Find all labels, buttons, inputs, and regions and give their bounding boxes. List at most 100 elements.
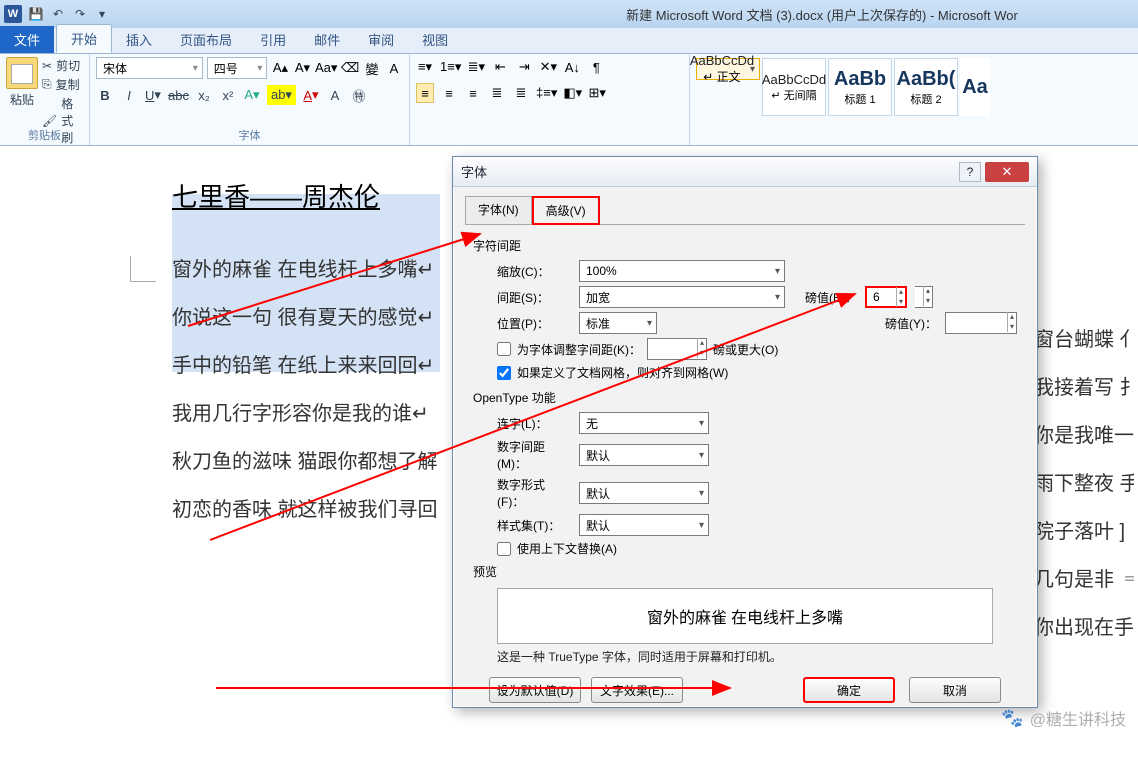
numform-label: 数字形式(F)： [497,476,571,510]
align-right-icon[interactable]: ≡ [464,83,482,103]
subscript-button[interactable]: x₂ [195,85,213,105]
spacing-by-input[interactable]: 6 [865,286,907,308]
strikethrough-button[interactable]: abc [168,85,189,105]
text-effects-button[interactable]: A▾ [243,85,261,105]
kerning-checkbox[interactable] [497,342,511,356]
style-normal[interactable]: AaBbCcDd ↵ 正文 [696,58,760,80]
paste-icon [6,57,38,89]
undo-icon[interactable]: ↶ [50,6,66,22]
align-center-icon[interactable]: ≡ [440,83,458,103]
set-default-button[interactable]: 设为默认值(D) [489,677,581,703]
font-color-button[interactable]: A▾ [302,85,320,105]
clear-format-icon[interactable]: ⌫ [341,58,359,78]
tab-review[interactable]: 审阅 [354,26,408,53]
bold-button[interactable]: B [96,85,114,105]
increase-indent-icon[interactable]: ⇥ [515,57,533,77]
text-effects-button[interactable]: 文字效果(E)... [591,677,683,703]
brush-icon: 🖌 [42,114,57,128]
spacing-label: 间距(S)： [497,289,571,306]
contextual-checkbox[interactable] [497,542,511,556]
style-heading1[interactable]: AaBb 标题 1 [828,58,892,116]
kerning-size-input[interactable] [647,338,707,360]
dialog-close-button[interactable]: ✕ [985,162,1029,182]
pos-by-label: 磅值(Y)： [873,315,937,332]
cancel-button[interactable]: 取消 [909,677,1001,703]
qat-dropdown-icon[interactable]: ▾ [94,6,110,22]
watermark: 🐾 @糖生讲科技 [1001,706,1126,730]
font-dialog: 字体 ? ✕ 字体(N) 高级(V) 字符间距 缩放(C)： 100% 间距(S… [452,156,1038,708]
numform-select[interactable]: 默认 [579,482,709,504]
char-border-icon[interactable]: A [326,85,344,105]
asian-layout-icon[interactable]: ✕▾ [539,57,557,77]
tab-layout[interactable]: 页面布局 [166,26,246,53]
highlight-button[interactable]: ab▾ [267,85,296,105]
snap-grid-checkbox[interactable] [497,366,511,380]
decrease-indent-icon[interactable]: ⇤ [491,57,509,77]
numbering-icon[interactable]: 1≡▾ [440,57,461,77]
align-justify-icon[interactable]: ≣ [488,83,506,103]
redo-icon[interactable]: ↷ [72,6,88,22]
styleset-select[interactable]: 默认 [579,514,709,536]
ok-button[interactable]: 确定 [803,677,895,703]
scale-select[interactable]: 100% [579,260,785,282]
tab-insert[interactable]: 插入 [112,26,166,53]
tab-home[interactable]: 开始 [56,24,112,53]
numspacing-select[interactable]: 默认 [579,444,709,466]
multilevel-icon[interactable]: ≣▾ [467,57,485,77]
dialog-tabs: 字体(N) 高级(V) [465,195,1025,224]
tab-references[interactable]: 引用 [246,26,300,53]
position-label: 位置(P)： [497,315,571,332]
dialog-tab-advanced[interactable]: 高级(V) [532,196,600,225]
doc-line: 院子落叶 ] [1034,508,1134,556]
line-spacing-icon[interactable]: ‡≡▾ [536,83,557,103]
document-body[interactable]: 七里香——周杰伦 窗外的麻雀 在电线杆上多嘴↵ 你说这一句 很有夏天的感觉↵ 手… [172,166,438,534]
tab-file[interactable]: 文件 [0,26,54,53]
tab-view[interactable]: 视图 [408,26,462,53]
position-select[interactable]: 标准 [579,312,657,334]
style-no-spacing[interactable]: AaBbCcDd ↵ 无间隔 [762,58,826,116]
spacing-by-spinner[interactable] [915,286,933,308]
save-icon[interactable]: 💾 [28,6,44,22]
tab-mailings[interactable]: 邮件 [300,26,354,53]
superscript-button[interactable]: x² [219,85,237,105]
grow-font-icon[interactable]: A▴ [271,58,289,78]
style-more[interactable]: Aa [960,58,990,116]
align-distribute-icon[interactable]: ≣ [512,83,530,103]
italic-button[interactable]: I [120,85,138,105]
bullets-icon[interactable]: ≡▾ [416,57,434,77]
font-size-combo[interactable]: 四号 [207,57,268,79]
ligatures-select[interactable]: 无 [579,412,709,434]
doc-line: 窗台蝴蝶 亻 [1034,316,1134,364]
enclose-icon[interactable]: A [385,58,403,78]
group-paragraph: ≡▾ 1≡▾ ≣▾ ⇤ ⇥ ✕▾ A↓ ¶ ≡ ≡ ≡ ≣ ≣ ‡≡▾ ◧▾ ⊞… [410,54,690,145]
dialog-titlebar[interactable]: 字体 ? ✕ [453,157,1037,187]
spacing-select[interactable]: 加宽 [579,286,785,308]
cut-button[interactable]: ✂剪切 [42,57,83,74]
align-left-icon[interactable]: ≡ [416,83,434,103]
window-title: 新建 Microsoft Word 文档 (3).docx (用户上次保存的) … [110,5,1134,24]
phonetic-icon[interactable]: 變 [363,58,381,78]
position-by-input[interactable] [945,312,1017,334]
font-name-combo[interactable]: 宋体 [96,57,203,79]
dialog-tab-font[interactable]: 字体(N) [465,196,532,225]
shading-icon[interactable]: ◧▾ [563,83,582,103]
char-shading-icon[interactable]: ㊕ [350,85,368,105]
preview-note: 这是一种 TrueType 字体，同时适用于屏幕和打印机。 [497,648,993,665]
style-heading2[interactable]: AaBb( 标题 2 [894,58,958,116]
change-case-icon[interactable]: Aa▾ [315,58,337,78]
underline-button[interactable]: U▾ [144,85,162,105]
shrink-font-icon[interactable]: A▾ [293,58,311,78]
section-opentype: OpenType 功能 [473,389,1017,406]
page-corner-mark [130,256,156,282]
doc-line: 我用几行字形容你是我的谁↵ [172,390,438,438]
borders-icon[interactable]: ⊞▾ [588,83,606,103]
section-char-spacing: 字符间距 [473,237,1017,254]
dialog-help-button[interactable]: ? [959,162,981,182]
contextual-label: 使用上下文替换(A) [517,540,617,557]
copy-button[interactable]: ⎘复制 [42,76,83,93]
doc-line: 初恋的香味 就这样被我们寻回 [172,486,438,534]
show-marks-icon[interactable]: ¶ [587,57,605,77]
sort-icon[interactable]: A↓ [563,57,581,77]
ligatures-label: 连字(L)： [497,415,571,432]
doc-line: 我接着写 扌 [1034,364,1134,412]
